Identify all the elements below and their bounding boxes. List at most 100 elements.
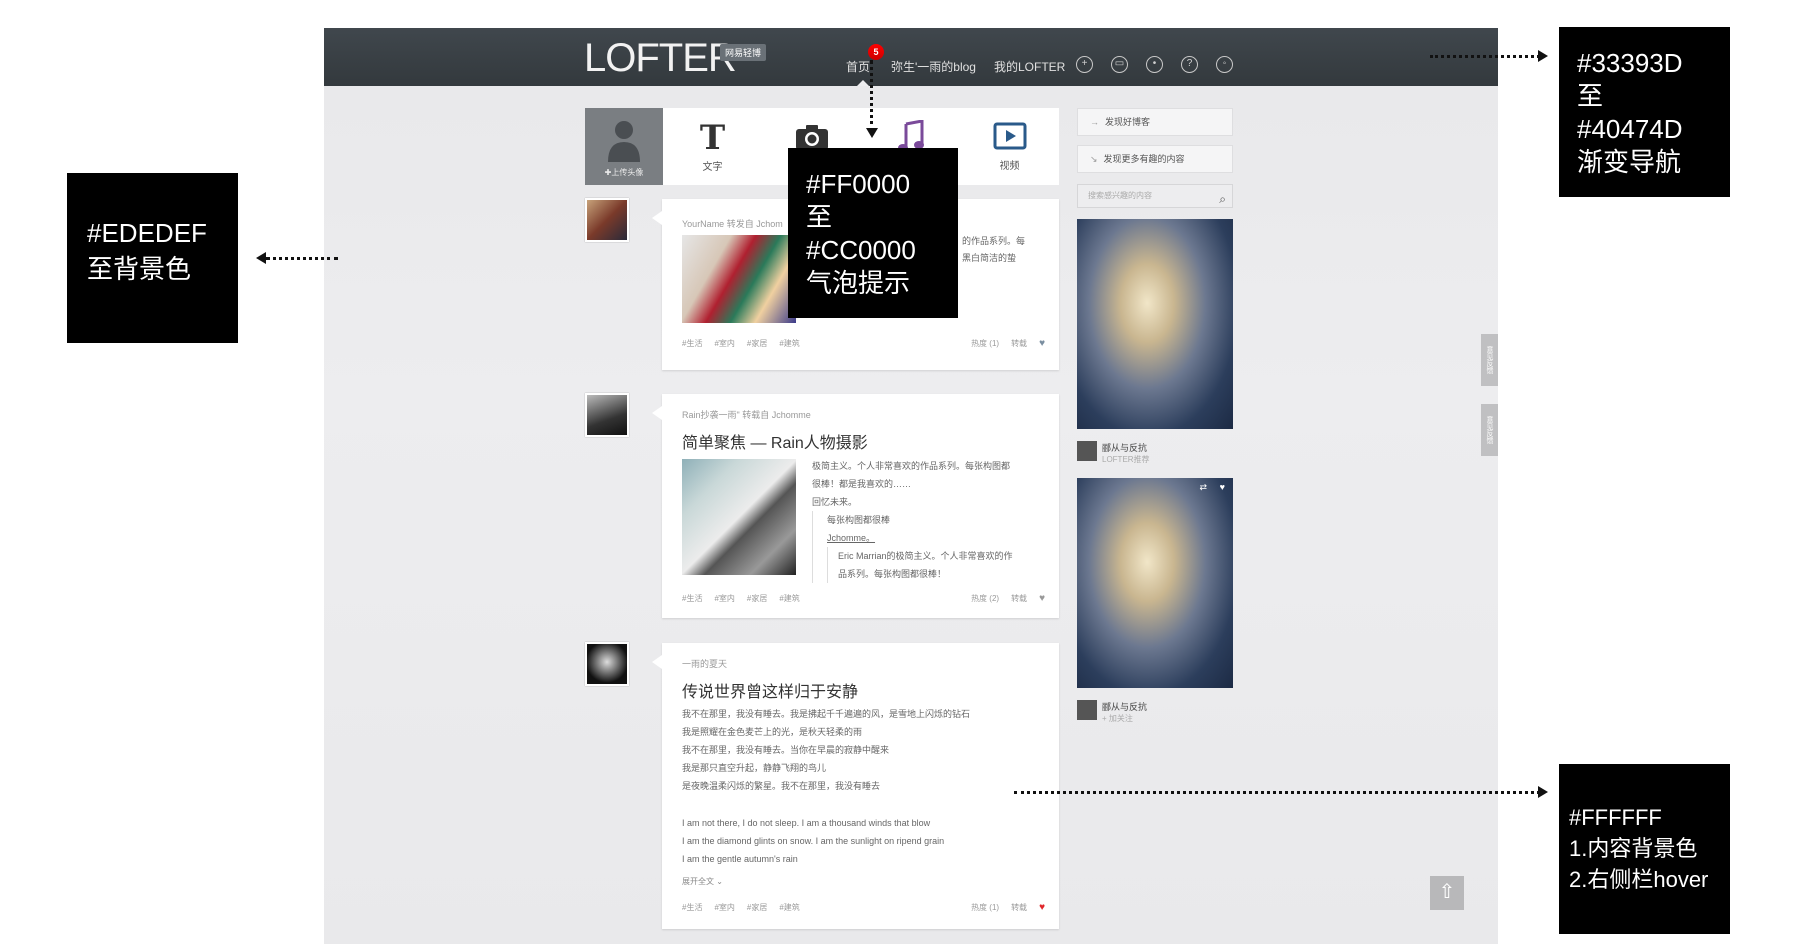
hot-count[interactable]: 热度 (1) xyxy=(971,903,999,912)
post-body-line: I am not there, I do not sleep. I am a t… xyxy=(682,818,931,828)
feedback-tab[interactable]: 意见反馈 xyxy=(1481,404,1498,456)
post-excerpt-link[interactable]: Jchomme。 xyxy=(827,529,1052,547)
reblog-link[interactable]: 转载 xyxy=(1011,339,1027,348)
post-excerpt-line: 回忆未来。 xyxy=(812,497,858,507)
post-body-line: 我是照耀在金色麦芒上的光，是秋天轻柔的雨 xyxy=(682,727,863,737)
hot-count[interactable]: 热度 (1) xyxy=(971,339,999,348)
post-excerpt-line: 的作品系列。每 xyxy=(962,236,1026,246)
post-photo[interactable] xyxy=(682,235,796,323)
recommended-photo[interactable]: ⇄ ♥ xyxy=(1077,478,1233,688)
post-excerpt: 极简主义。个人非常喜欢的作品系列。每张构图都 很棒！都是我喜欢的…… 回忆未来。… xyxy=(812,457,1052,583)
power-icon[interactable]: ◦ xyxy=(1216,56,1233,73)
tag-link[interactable]: #家居 xyxy=(747,594,767,603)
post-author-avatar[interactable] xyxy=(585,393,629,437)
post-photo-grid[interactable] xyxy=(682,459,796,575)
post-author-avatar[interactable] xyxy=(585,198,629,242)
user-silhouette-icon xyxy=(608,121,640,162)
tag-link[interactable]: #家居 xyxy=(747,903,767,912)
like-heart-icon[interactable]: ♥ xyxy=(1039,902,1045,913)
content-pointer-line xyxy=(1014,791,1540,794)
tag-link[interactable]: #室内 xyxy=(714,594,734,603)
annotation-line: 气泡提示 xyxy=(806,268,911,298)
post-excerpt-line: 极简主义。个人非常喜欢的作品系列。每张构图都 xyxy=(812,461,1011,471)
recommended-photo[interactable] xyxy=(1077,219,1233,429)
post-meta: Rain抄袭一雨" 转载自 Jchomme xyxy=(682,410,811,420)
publish-text-label: 文字 xyxy=(702,162,723,173)
hot-count[interactable]: 热度 (2) xyxy=(971,594,999,603)
annotation-line: #FF0000 xyxy=(806,169,911,199)
like-heart-icon[interactable]: ♥ xyxy=(1039,338,1045,349)
annotation-content-color: #FFFFFF 1.内容背景色 2.右侧栏hover xyxy=(1559,764,1730,934)
nav-my-lofter[interactable]: 我的LOFTER xyxy=(994,58,1065,75)
back-to-top-icon[interactable]: ⇧ xyxy=(1430,876,1464,910)
annotation-line: #EDEDEF xyxy=(87,218,207,248)
reblog-link[interactable]: 转载 xyxy=(1011,594,1027,603)
post-body-en: I am not there, I do not sleep. I am a t… xyxy=(682,814,1052,868)
post-meta: 一雨的夏天 xyxy=(682,659,728,669)
feedback-tab[interactable]: 意见反馈 xyxy=(1481,334,1498,386)
tag-link[interactable]: #家居 xyxy=(747,339,767,348)
recommended-avatar[interactable] xyxy=(1077,700,1097,720)
nav-active-marker xyxy=(857,80,869,86)
settings-icon[interactable]: • xyxy=(1146,56,1163,73)
post-meta: YourName 转发自 Jchom xyxy=(682,219,783,229)
arrow-icon: → xyxy=(1090,117,1099,127)
discover-content-link[interactable]: ↘ 发现更多有趣的内容 xyxy=(1077,145,1233,173)
message-icon[interactable]: ▭ xyxy=(1111,56,1128,73)
nav-home[interactable]: 首页 xyxy=(846,58,870,75)
recommended-avatar[interactable] xyxy=(1077,441,1097,461)
tag-link[interactable]: #建筑 xyxy=(779,903,799,912)
post-title[interactable]: 简单聚焦 — Rain人物摄影 xyxy=(682,429,868,453)
tag-link[interactable]: #室内 xyxy=(714,339,734,348)
post-title[interactable]: 传说世界曾这样归于安静 xyxy=(682,678,858,702)
follow-link[interactable]: + 加关注 xyxy=(1102,713,1133,724)
post-excerpt: 的作品系列。每 黑白简洁的蛰 xyxy=(962,233,1052,267)
post-excerpt-line: Eric Marrian的极简主义。个人非常喜欢的作 xyxy=(838,551,1013,561)
tag-link[interactable]: #室内 xyxy=(714,903,734,912)
logo[interactable]: LOFTER xyxy=(584,36,737,81)
post-excerpt-line: 黑白简洁的蛰 xyxy=(962,253,1017,263)
notification-bubble[interactable]: 5 xyxy=(868,44,884,60)
publish-text-button[interactable]: T 文字 xyxy=(663,108,762,185)
upload-avatar-label: ✚上传头像 xyxy=(604,168,644,177)
add-icon[interactable]: + xyxy=(1076,56,1093,73)
help-icon[interactable]: ? xyxy=(1181,56,1198,73)
annotation-line: #33393D xyxy=(1577,48,1683,78)
post-author-avatar[interactable] xyxy=(585,642,629,686)
search-placeholder: 搜索感兴趣的内容 xyxy=(1088,191,1152,200)
tag-link[interactable]: #建筑 xyxy=(779,594,799,603)
video-icon xyxy=(993,122,1026,150)
tag-link[interactable]: #生活 xyxy=(682,339,702,348)
annotation-line: #FFFFFF xyxy=(1569,805,1662,830)
search-icon[interactable]: ⌕ xyxy=(1219,188,1226,210)
annotation-bubble-color: #FF0000 至 #CC0000 气泡提示 xyxy=(788,148,958,318)
tag-link[interactable]: #生活 xyxy=(682,903,702,912)
expand-label: 展开全文 xyxy=(682,877,714,886)
upload-avatar-button[interactable]: ✚上传头像 xyxy=(585,108,663,185)
like-heart-icon[interactable]: ♥ xyxy=(1039,593,1045,604)
post-excerpt-line: 品系列。每张构图都很棒！ xyxy=(838,569,947,579)
arrow-down-icon xyxy=(866,128,878,138)
annotation-line: 1.内容背景色 xyxy=(1569,836,1698,861)
post-actions: 热度 (2) 转载 ♥ xyxy=(959,593,1045,604)
expand-link[interactable]: 展开全文 ⌄ xyxy=(682,873,723,890)
nav-pointer-line xyxy=(1430,55,1540,58)
chevron-down-icon: ⌄ xyxy=(716,877,723,886)
tag-link[interactable]: #生活 xyxy=(682,594,702,603)
post-tags: #生活 #室内 #家居 #建筑 xyxy=(682,902,812,913)
like-heart-icon[interactable]: ♥ xyxy=(1220,482,1225,492)
discover-blogs-link[interactable]: → 发现好博客 xyxy=(1077,108,1233,136)
annotation-line: 2.右侧栏hover xyxy=(1569,867,1709,892)
publish-video-button[interactable]: 视频 xyxy=(960,108,1059,185)
reblog-link[interactable]: 转载 xyxy=(1011,903,1027,912)
reblog-icon[interactable]: ⇄ xyxy=(1199,482,1207,493)
arrow-right-icon xyxy=(1538,50,1548,62)
nav-blog[interactable]: 弥生'一雨的blog xyxy=(891,58,976,75)
post-actions: 热度 (1) 转载 ♥ xyxy=(959,338,1045,349)
recommended-title[interactable]: 郦从与反抗 xyxy=(1102,700,1147,713)
tag-link[interactable]: #建筑 xyxy=(779,339,799,348)
annotation-line: 渐变导航 xyxy=(1577,147,1682,177)
sidebar-search-input[interactable]: 搜索感兴趣的内容 ⌕ xyxy=(1077,184,1233,208)
recommended-title[interactable]: 郦从与反抗 xyxy=(1102,441,1147,454)
post-body-cn: 我不在那里，我没有睡去。我是拂起千千遍遍的风，是雪地上闪烁的钻石 我是照耀在金色… xyxy=(682,705,1052,795)
